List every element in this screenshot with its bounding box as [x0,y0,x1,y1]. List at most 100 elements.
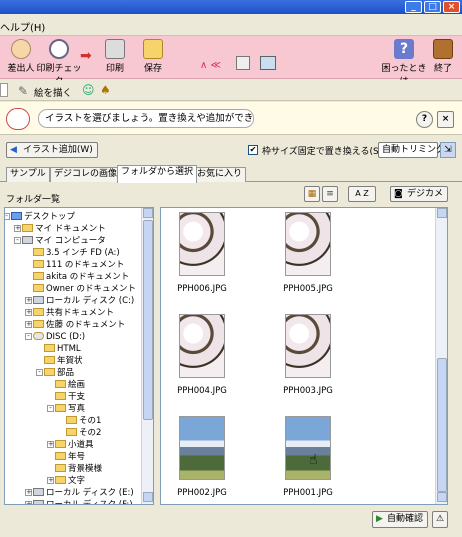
exit-door-icon [433,39,453,59]
trim-select[interactable]: 自動トリミング [378,142,445,158]
tree-node[interactable]: その1 [66,415,101,427]
image-grid[interactable]: PPH006.JPG PPH005.JPG PPH004.JPG PPH003.JPG… [160,207,448,505]
tree-node[interactable]: デスクトップ [11,211,75,223]
tab-sample[interactable]: サンプル [6,167,50,182]
exit-button[interactable]: 終了 [422,39,462,74]
fixed-size-checkbox[interactable]: ✔ [248,145,258,155]
card-icon[interactable] [236,56,250,70]
expand-toggle[interactable]: + [25,321,32,328]
tree-node[interactable]: 3.5 インチ FD (A:) [33,247,120,259]
tree-node[interactable]: 絵画 [55,379,85,391]
grid-scroll-down[interactable] [437,492,447,502]
minimize-button[interactable]: _ [405,1,422,13]
image-thumbnail[interactable] [179,416,225,480]
tree-node[interactable]: マイ ドキュメント [22,223,106,235]
tree-node[interactable]: 小道具 [55,439,94,451]
tree-scrollbar[interactable] [141,208,153,504]
folder-icon [33,248,44,256]
expand-toggle[interactable]: - [36,369,43,376]
tree-node[interactable]: 111 のドキュメント [33,259,124,271]
print-button[interactable]: 印刷 [94,39,136,74]
grid-scroll-thumb[interactable] [437,358,447,492]
folder-icon [44,368,55,376]
hand-cursor-icon: ☝ [309,452,318,468]
tree-node[interactable]: 佐藤 のドキュメント [33,319,125,331]
trim-apply-icon[interactable]: ⇲ [440,142,456,158]
tree-node[interactable]: その2 [66,427,101,439]
image-thumbnail[interactable] [179,212,225,276]
menu-help[interactable]: ヘルプ(H) [0,19,45,34]
tree-node[interactable]: マイ コンピュータ [22,235,106,247]
sort-button[interactable]: A Z [348,186,376,202]
list-view-icon[interactable]: ≡ [322,186,338,202]
tree-node[interactable]: ローカル ディスク (F:) [33,499,133,504]
close-window-button[interactable]: × [443,1,460,13]
digital-camera-button[interactable]: ◙ デジカメ [390,186,448,202]
tree-node[interactable]: Owner のドキュメント [33,283,136,295]
options-bar: ◀ イラスト追加(W) ✔ 枠サイズ固定で置き換える(S) 自動トリミング ⇲ [0,137,462,163]
folder-tree[interactable]: デスクトップ - マイ ドキュメント + マイ コンピュータ -3.5 インチ FD (A… [4,207,154,505]
status-bar: ▶ 自動確認 ⚠ [0,508,462,537]
expand-toggle[interactable]: + [25,309,32,316]
help-question-button[interactable]: ? [416,111,433,128]
image-filename: PPH003.JPG [283,386,333,396]
camera-icon[interactable] [260,56,276,70]
tree-node[interactable]: ローカル ディスク (E:) [33,487,134,499]
expand-toggle[interactable]: - [5,213,10,220]
folder-icon [55,380,66,388]
thumbnail-view-icon[interactable]: ▦ [304,186,320,202]
tree-node[interactable]: 写真 [55,403,85,415]
expand-toggle[interactable]: + [47,477,54,484]
tree-node[interactable]: DISC (D:) [33,331,85,343]
expand-toggle[interactable]: - [47,405,54,412]
tab-digicolle[interactable]: デジコレの画像 [50,167,122,182]
image-thumbnail[interactable] [285,314,331,378]
guide-message-bar: イラストを選びましょう。置き換えや追加ができます。 ? × [0,102,462,135]
expand-toggle[interactable]: - [25,333,32,340]
magnifier-icon [49,39,69,59]
tree-scroll-up[interactable] [143,208,153,218]
stamp-icon[interactable]: ♠ [100,83,111,97]
person-tool-icon[interactable]: ☺ [82,83,95,97]
tree-node[interactable]: 共有ドキュメント [33,307,114,319]
secondary-toolbar: ✎ 絵を描く ☺ ♠ [0,80,462,101]
folder-list-label: フォルダ一覧 [6,195,61,205]
tree-scroll-down[interactable] [143,492,153,502]
tree-node[interactable]: 背景模様 [55,463,102,475]
image-thumbnail[interactable] [179,314,225,378]
expand-toggle[interactable]: + [25,489,32,496]
auto-confirm-button[interactable]: ▶ 自動確認 [372,511,428,528]
expand-toggle[interactable]: + [47,441,54,448]
expand-toggle[interactable]: + [25,297,32,304]
save-button[interactable]: 保存 [132,39,174,74]
tree-node[interactable]: 干支 [55,391,85,403]
maximize-button[interactable]: □ [424,1,441,13]
draw-button[interactable]: 絵を描く [34,85,72,99]
grid-scroll-up[interactable] [437,208,447,218]
folder-icon [33,260,44,268]
image-filename: PPH002.JPG [177,488,227,498]
tree-node[interactable]: 年号 [55,451,85,463]
tree-node[interactable]: 文字 [55,475,85,487]
collapse-icon[interactable]: ∧ ≪ [200,60,221,71]
menu-bar: ヘルプ(H) [0,14,462,36]
tab-favorites[interactable]: お気に入り [193,167,247,182]
tree-node[interactable]: ローカル ディスク (C:) [33,295,134,307]
folder-icon [66,428,77,436]
add-illust-button[interactable]: ◀ イラスト追加(W) [6,142,98,158]
expand-toggle[interactable]: + [14,225,21,232]
expand-toggle[interactable]: - [14,237,21,244]
tree-node[interactable]: 年賀状 [44,355,83,367]
disc-icon [33,332,44,340]
image-thumbnail[interactable] [285,416,331,480]
tree-scroll-thumb[interactable] [143,220,153,420]
grid-scrollbar[interactable] [435,208,447,504]
close-message-button[interactable]: × [437,111,454,128]
warning-icon[interactable]: ⚠ [432,511,448,528]
expand-toggle[interactable]: + [25,501,32,504]
tree-node[interactable]: akita のドキュメント [33,271,129,283]
tree-node[interactable]: HTML [44,343,81,355]
image-thumbnail[interactable] [285,212,331,276]
tab-folder[interactable]: フォルダから選択 [117,165,198,183]
tree-node[interactable]: 部品 [44,367,74,379]
